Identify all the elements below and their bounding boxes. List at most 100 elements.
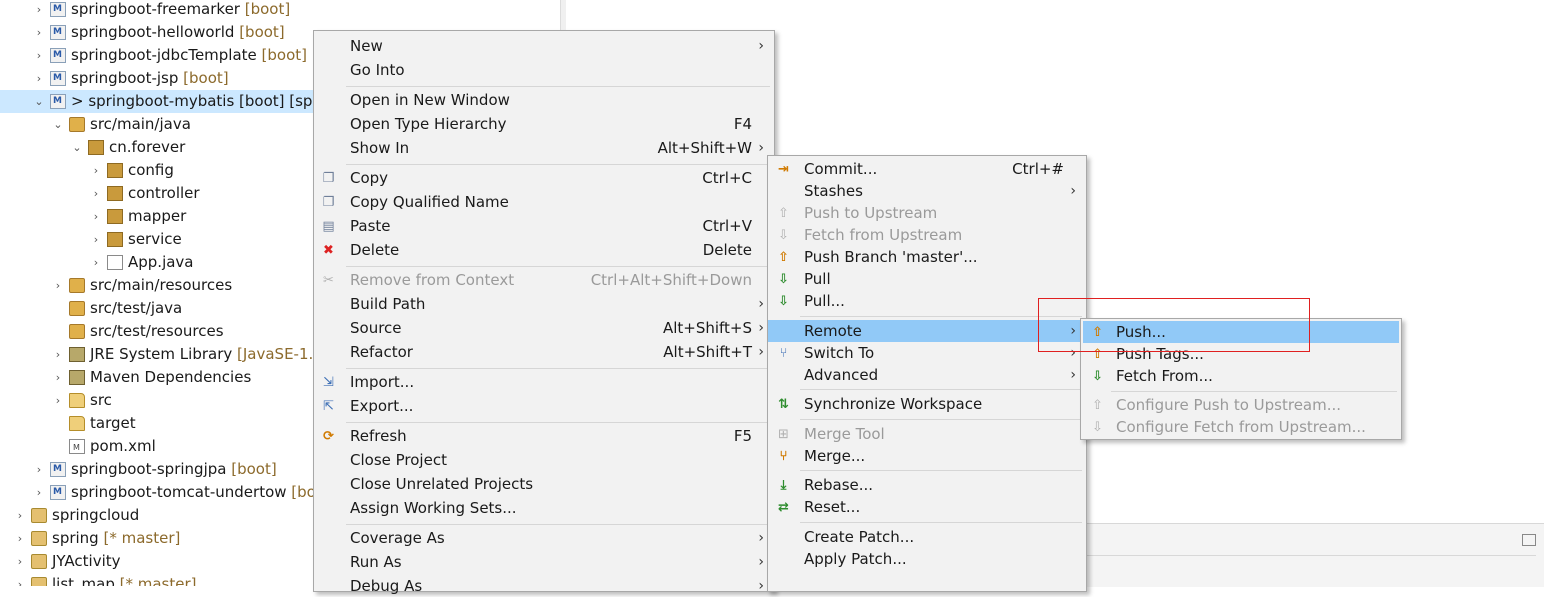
menu-item-label: Stashes bbox=[804, 182, 863, 200]
menu-close-project[interactable]: Close Project bbox=[314, 449, 774, 471]
expand-arrow-icon[interactable]: › bbox=[90, 159, 102, 182]
expand-arrow-icon[interactable]: › bbox=[33, 481, 45, 504]
menu-item-label: Close Project bbox=[350, 451, 447, 469]
team-reset[interactable]: ⇄ Reset... bbox=[768, 496, 1086, 518]
menu-separator bbox=[800, 389, 1082, 391]
menu-refresh[interactable]: ⟳ Refresh F5 bbox=[314, 425, 774, 447]
menu-copy-qualified-name[interactable]: ❐ Copy Qualified Name bbox=[314, 191, 774, 213]
expand-arrow-icon[interactable]: › bbox=[90, 182, 102, 205]
expand-arrow-icon[interactable]: › bbox=[14, 550, 26, 573]
synchronize-icon: ⇅ bbox=[778, 397, 789, 412]
tree-item-decoration: [boot] bbox=[226, 460, 277, 478]
team-remote[interactable]: Remote › bbox=[768, 319, 1086, 342]
menu-refactor[interactable]: Refactor Alt+Shift+T › bbox=[314, 341, 774, 363]
menu-item-label: Reset... bbox=[804, 498, 861, 516]
collapse-arrow-icon[interactable]: ⌄ bbox=[52, 113, 64, 136]
tree-item-label: springboot-jdbcTemplate [boot] bbox=[71, 44, 307, 67]
tree-row[interactable]: ⌄ > springboot-mybatis [boot] [spr bbox=[0, 90, 320, 113]
expand-arrow-icon[interactable]: › bbox=[33, 44, 45, 67]
team-stashes[interactable]: Stashes › bbox=[768, 180, 1086, 202]
team-merge[interactable]: ⑂ Merge... bbox=[768, 445, 1086, 467]
menu-source[interactable]: Source Alt+Shift+S › bbox=[314, 317, 774, 339]
menu-debug-as[interactable]: Debug As › bbox=[314, 575, 774, 597]
expand-arrow-icon[interactable]: › bbox=[52, 389, 64, 412]
source-folder-icon bbox=[69, 117, 85, 132]
push-branch-icon: ⇧ bbox=[778, 250, 789, 265]
expand-arrow-icon[interactable]: › bbox=[90, 205, 102, 228]
remote-configure-push: ⇧ Configure Push to Upstream... bbox=[1083, 394, 1399, 416]
menu-go-into[interactable]: Go Into bbox=[314, 59, 774, 81]
tree-item-label: springboot-jsp [boot] bbox=[71, 67, 229, 90]
expand-arrow-icon[interactable]: › bbox=[90, 228, 102, 251]
menu-new[interactable]: New › bbox=[314, 35, 774, 57]
team-apply-patch[interactable]: Apply Patch... bbox=[768, 548, 1086, 570]
team-rebase[interactable]: ⤓ Rebase... bbox=[768, 474, 1086, 496]
team-synchronize-workspace[interactable]: ⇅ Synchronize Workspace bbox=[768, 393, 1086, 415]
menu-build-path[interactable]: Build Path › bbox=[314, 293, 774, 315]
expand-arrow-icon[interactable]: › bbox=[14, 527, 26, 550]
project-icon bbox=[31, 577, 47, 586]
team-advanced[interactable]: Advanced › bbox=[768, 364, 1086, 386]
expand-arrow-icon[interactable]: › bbox=[52, 274, 64, 297]
team-switch-to[interactable]: ⑂ Switch To › bbox=[768, 342, 1086, 364]
menu-item-label: Create Patch... bbox=[804, 527, 915, 546]
team-pull-dialog[interactable]: ⇩ Pull... bbox=[768, 290, 1086, 312]
menu-delete[interactable]: ✖ Delete Delete bbox=[314, 239, 774, 261]
menu-item-label: Export... bbox=[350, 397, 414, 415]
expand-arrow-icon[interactable]: › bbox=[33, 67, 45, 90]
menu-open-new-window[interactable]: Open in New Window bbox=[314, 89, 774, 111]
expand-arrow-icon[interactable]: › bbox=[14, 504, 26, 527]
team-merge-tool: ⊞ Merge Tool bbox=[768, 423, 1086, 445]
collapse-arrow-icon[interactable]: ⌄ bbox=[33, 90, 45, 113]
remote-submenu: ⇧ Push... ⇧ Push Tags... ⇩ Fetch From... ⇧ Conf… bbox=[1080, 318, 1402, 440]
expand-arrow-icon[interactable]: › bbox=[14, 573, 26, 586]
tree-item-decoration: [boot] bbox=[178, 69, 229, 87]
menu-import[interactable]: ⇲ Import... bbox=[314, 371, 774, 393]
expand-arrow-icon[interactable]: › bbox=[52, 366, 64, 389]
expand-arrow-icon[interactable]: › bbox=[90, 251, 102, 274]
submenu-arrow-icon: › bbox=[758, 554, 764, 570]
expand-arrow-icon[interactable]: › bbox=[33, 0, 45, 21]
menu-run-as[interactable]: Run As › bbox=[314, 551, 774, 573]
menu-item-shortcut: Alt+Shift+S bbox=[662, 319, 752, 337]
team-create-patch[interactable]: Create Patch... bbox=[768, 526, 1086, 548]
submenu-arrow-icon: › bbox=[758, 578, 764, 594]
paste-icon: ▤ bbox=[322, 219, 335, 234]
tree-item-decoration: [boot] bbox=[239, 0, 291, 18]
menu-paste[interactable]: ▤ Paste Ctrl+V bbox=[314, 215, 774, 237]
team-commit[interactable]: ⇥ Commit... Ctrl+# bbox=[768, 158, 1086, 180]
maven-project-icon bbox=[50, 21, 66, 44]
push-upstream-icon: ⇧ bbox=[778, 206, 789, 221]
menu-item-label: Go Into bbox=[350, 61, 405, 79]
tree-item-name: service bbox=[128, 230, 182, 248]
maximize-icon[interactable] bbox=[1522, 534, 1536, 546]
expand-arrow-icon[interactable]: › bbox=[33, 21, 45, 44]
remote-push[interactable]: ⇧ Push... bbox=[1083, 321, 1399, 343]
menu-assign-working-sets[interactable]: Assign Working Sets... bbox=[314, 497, 774, 519]
tree-row[interactable]: › springboot-freemarker [boot] bbox=[0, 0, 560, 21]
maven-project-icon bbox=[50, 44, 66, 67]
context-menu: New › Go Into Open in New Window Open Type H… bbox=[313, 30, 775, 595]
remote-push-tags[interactable]: ⇧ Push Tags... bbox=[1083, 343, 1399, 365]
menu-item-label: Configure Push to Upstream... bbox=[1116, 396, 1342, 414]
remote-fetch-from[interactable]: ⇩ Fetch From... bbox=[1083, 365, 1399, 387]
team-push-branch[interactable]: ⇧ Push Branch 'master'... bbox=[768, 246, 1086, 268]
menu-close-unrelated-projects[interactable]: Close Unrelated Projects bbox=[314, 473, 774, 495]
expand-arrow-icon[interactable]: › bbox=[33, 458, 45, 481]
menu-item-label: Push... bbox=[1116, 323, 1166, 341]
team-pull[interactable]: ⇩ Pull bbox=[768, 268, 1086, 290]
tree-item-label: src/main/java bbox=[90, 113, 191, 136]
package-icon bbox=[107, 186, 123, 201]
tree-item-name: pom.xml bbox=[90, 437, 156, 455]
collapse-arrow-icon[interactable]: ⌄ bbox=[71, 136, 83, 159]
menu-item-label: Remove from Context bbox=[350, 271, 515, 289]
menu-copy[interactable]: ❐ Copy Ctrl+C bbox=[314, 167, 774, 189]
tree-item-name: JRE System Library bbox=[90, 345, 233, 363]
expand-arrow-icon[interactable]: › bbox=[52, 343, 64, 366]
menu-coverage-as[interactable]: Coverage As › bbox=[314, 527, 774, 549]
menu-open-type-hierarchy[interactable]: Open Type Hierarchy F4 bbox=[314, 113, 774, 135]
menu-export[interactable]: ⇱ Export... bbox=[314, 395, 774, 417]
tree-item-name: springboot-helloworld bbox=[71, 23, 235, 41]
menu-show-in[interactable]: Show In Alt+Shift+W › bbox=[314, 137, 774, 159]
copy-icon: ❐ bbox=[322, 171, 335, 186]
